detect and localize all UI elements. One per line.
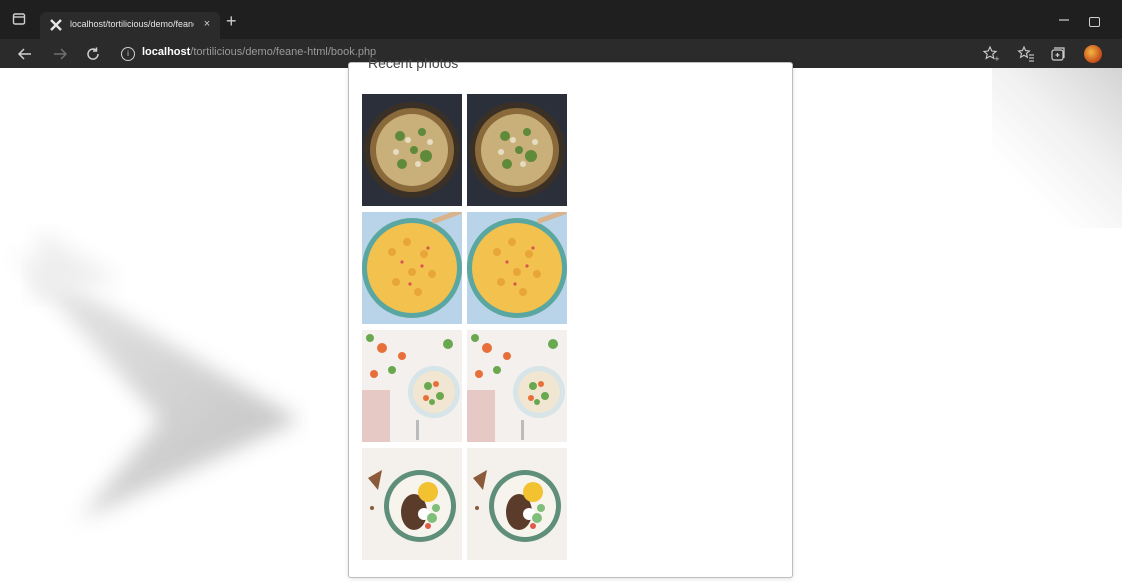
browser-tab[interactable]: localhost/tortilicious/demo/feane × — [40, 12, 220, 39]
food-photo[interactable] — [362, 94, 462, 206]
address-url[interactable]: localhost/tortilicious/demo/feane-html/b… — [142, 46, 376, 58]
minimize-icon[interactable] — [1058, 14, 1072, 28]
refresh-icon[interactable] — [84, 45, 102, 63]
food-photo[interactable] — [362, 448, 462, 560]
add-favorite-icon[interactable]: + — [982, 45, 1000, 63]
back-icon[interactable] — [16, 45, 34, 63]
food-photo[interactable] — [467, 94, 567, 206]
food-photo[interactable] — [362, 212, 462, 324]
food-photo[interactable] — [467, 330, 567, 442]
profile-avatar[interactable] — [1084, 45, 1102, 63]
svg-text:+: + — [994, 55, 1000, 63]
background-decoration-right — [992, 68, 1122, 228]
url-path: /tortilicious/demo/feane-html/book.php — [190, 46, 377, 58]
section-heading: Recent photos — [368, 55, 459, 71]
info-icon[interactable]: i — [121, 47, 135, 61]
url-host: localhost — [142, 46, 191, 58]
tab-title: localhost/tortilicious/demo/feane — [70, 19, 194, 29]
forward-icon[interactable] — [51, 45, 69, 63]
tab-favicon-icon — [49, 18, 63, 32]
favorites-icon[interactable] — [1017, 45, 1035, 63]
background-decoration — [10, 230, 300, 520]
collections-icon[interactable] — [1049, 45, 1067, 63]
browser-titlebar: localhost/tortilicious/demo/feane × + — [0, 0, 1122, 39]
food-photo[interactable] — [362, 330, 462, 442]
window-icon[interactable] — [12, 12, 26, 26]
maximize-icon[interactable] — [1089, 17, 1100, 27]
food-photo[interactable] — [467, 212, 567, 324]
food-photo[interactable] — [467, 448, 567, 560]
close-icon[interactable]: × — [200, 17, 214, 31]
new-tab-icon[interactable]: + — [226, 12, 242, 30]
